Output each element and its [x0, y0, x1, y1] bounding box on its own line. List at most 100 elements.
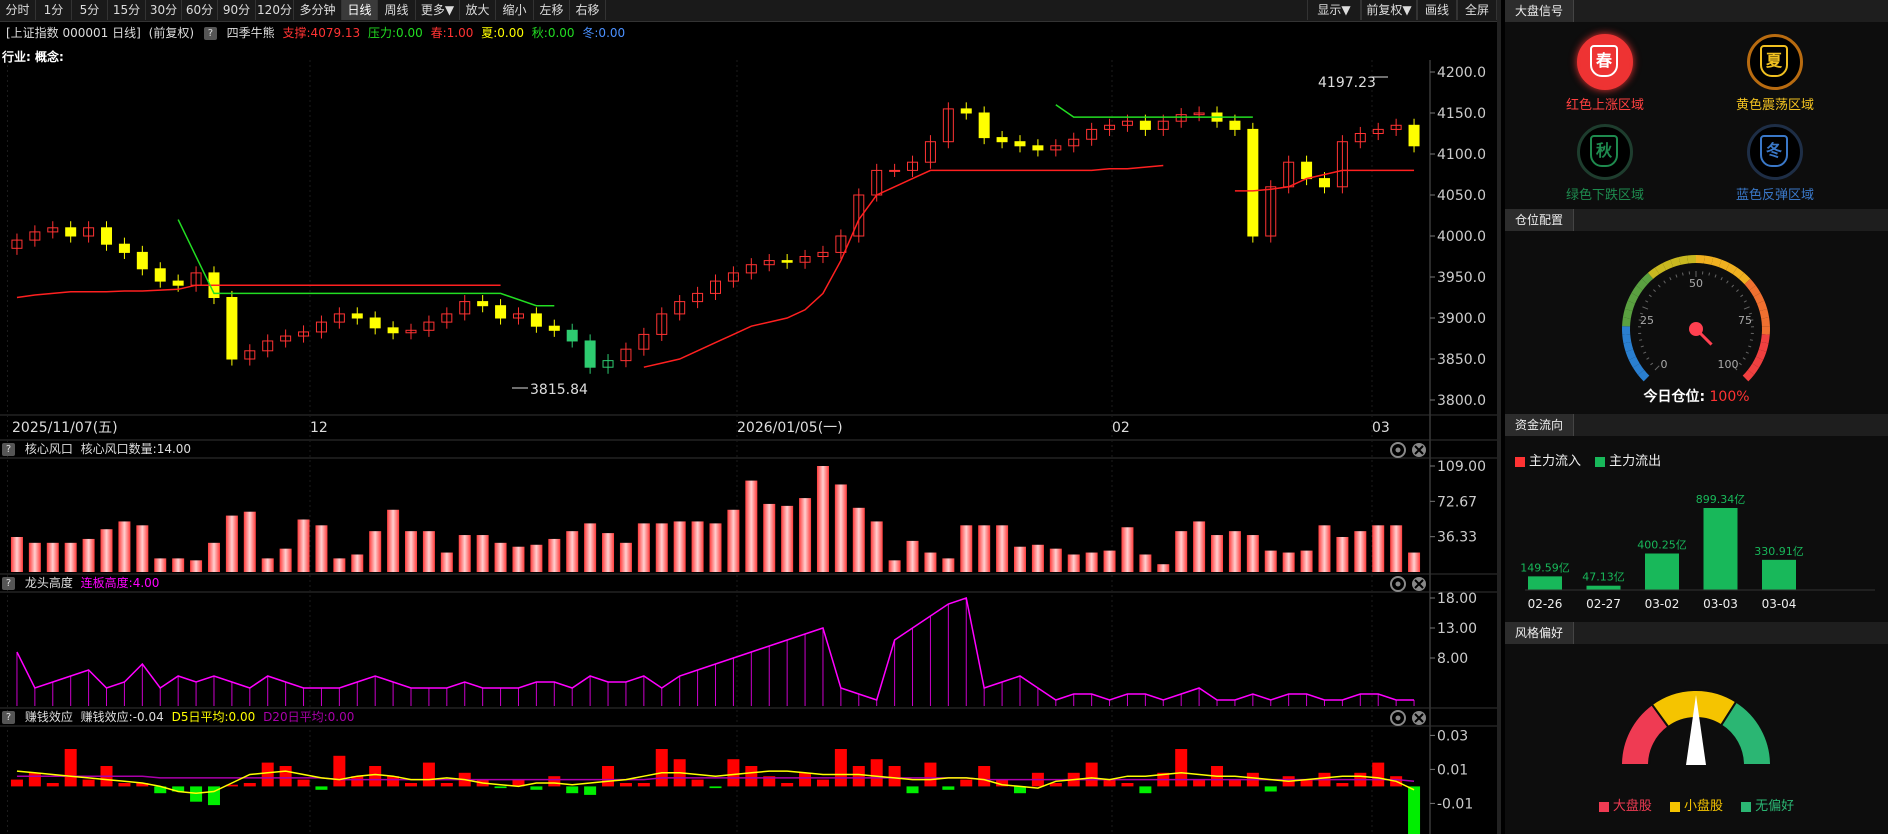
- toolbar-button-12[interactable]: 放大: [460, 0, 496, 20]
- sub1-bar: [1049, 548, 1062, 572]
- gauge-arc-seg: [1662, 259, 1674, 271]
- sub3-d5: D5日平均:0.00: [171, 710, 256, 724]
- tab-fund[interactable]: 资金流向: [1505, 414, 1575, 436]
- sub3-bar: [745, 766, 758, 787]
- toolbar-button-11[interactable]: 更多▼: [416, 0, 460, 20]
- toolbar-button-5[interactable]: 60分: [182, 0, 218, 20]
- sub3-value: 赚钱效应:-0.04: [80, 710, 164, 724]
- fund-value: 899.34亿: [1696, 493, 1746, 506]
- fund-header: 资金流向: [1505, 414, 1888, 436]
- signal-header: 大盘信号: [1505, 0, 1888, 22]
- sub1-bar: [351, 554, 364, 572]
- gauge-tick: [1743, 306, 1750, 310]
- sub1-help-icon[interactable]: ?: [2, 443, 15, 456]
- sub1-header: ? 核心风口 核心风口数量:14.00: [0, 440, 1497, 458]
- sub1-bar: [1390, 525, 1403, 572]
- gauge-tick: [1675, 274, 1678, 278]
- sub1-bar: [870, 521, 883, 572]
- sub1-bar: [619, 542, 632, 572]
- toolbar-button-15[interactable]: 右移: [570, 0, 606, 20]
- gauge-arc-seg: [1755, 349, 1767, 360]
- toolbar-button-6[interactable]: 90分: [218, 0, 256, 20]
- help-icon[interactable]: ?: [203, 27, 217, 40]
- candle-body: [978, 112, 990, 139]
- sub1-bar: [1300, 550, 1313, 572]
- sub1-bar: [906, 540, 919, 572]
- panel-divider[interactable]: [1497, 0, 1501, 834]
- tab-style[interactable]: 风格偏好: [1505, 622, 1575, 644]
- sub1-bar: [1013, 546, 1026, 572]
- sub2-help-icon[interactable]: ?: [2, 577, 15, 590]
- toolbar-right-button-2[interactable]: 画线: [1417, 0, 1457, 20]
- sub1-bar: [512, 546, 525, 572]
- sub1-bar: [530, 544, 543, 572]
- sub3-bar: [566, 786, 579, 794]
- position-readout: 今日仓位: 100%: [1505, 386, 1888, 406]
- candle-body: [1301, 161, 1313, 180]
- toolbar-button-0[interactable]: 分时: [0, 0, 36, 20]
- sub1-bar: [834, 484, 847, 572]
- sub3-bar: [405, 783, 418, 787]
- sub1-bar: [1031, 544, 1044, 572]
- position-label: 今日仓位:: [1643, 389, 1706, 405]
- gauge-arc-seg: [1744, 278, 1756, 291]
- sub3-bar: [1121, 783, 1134, 787]
- toolbar-button-8[interactable]: 多分钟: [294, 0, 342, 20]
- date-label: 2025/11/07(五): [12, 420, 118, 436]
- toolbar-button-14[interactable]: 左移: [534, 0, 570, 20]
- gauge-tick: [1650, 362, 1654, 366]
- gauge-arc-seg: [1760, 334, 1770, 344]
- sub3-bar: [799, 772, 812, 787]
- sub3-bar: [1336, 783, 1349, 787]
- sub1-bar: [118, 521, 131, 572]
- gauge-tick: [1663, 280, 1666, 284]
- sub3-help-icon[interactable]: ?: [2, 711, 15, 724]
- sub1-bar: [243, 511, 256, 572]
- toolbar-right-button-0[interactable]: 显示▼: [1307, 0, 1361, 20]
- toolbar-button-3[interactable]: 15分: [108, 0, 146, 20]
- toolbar-button-13[interactable]: 缩小: [496, 0, 534, 20]
- toolbar-button-4[interactable]: 30分: [146, 0, 182, 20]
- sub3-bar: [834, 749, 847, 787]
- gauge-arc-seg: [1670, 257, 1681, 268]
- candle-body: [1032, 145, 1044, 151]
- toolbar-button-7[interactable]: 120分: [256, 0, 294, 20]
- low-label: 3815.84: [530, 382, 588, 398]
- toolbar-button-10[interactable]: 周线: [378, 0, 416, 20]
- toolbar-button-9[interactable]: 日线: [342, 0, 378, 20]
- sub1-bar: [584, 523, 597, 572]
- candle-body: [960, 108, 972, 114]
- sub1-bar: [100, 529, 113, 572]
- candle-body: [530, 313, 542, 327]
- high-label: 4197.23: [1318, 75, 1376, 91]
- gauge-arc-seg: [1628, 356, 1640, 368]
- candle-body: [1229, 120, 1241, 130]
- gauge-arc-seg: [1738, 272, 1751, 285]
- sub3-bar: [978, 766, 991, 787]
- sub1-tick-label: 72.67: [1437, 494, 1477, 510]
- sub3-d20: D20日平均:0.00: [263, 710, 355, 724]
- gauge-arc-seg: [1625, 349, 1637, 360]
- gauge-arc-seg: [1711, 257, 1722, 268]
- sub3-bar: [297, 779, 310, 787]
- toolbar-right-button-1[interactable]: 前复权▼: [1361, 0, 1417, 20]
- season-char: 春: [1590, 45, 1618, 77]
- sub3-name: 赚钱效应: [24, 710, 73, 724]
- gauge-tick: [1748, 345, 1752, 348]
- toolbar-button-2[interactable]: 5分: [72, 0, 108, 20]
- fund-value: 400.25亿: [1637, 539, 1687, 552]
- tab-signal[interactable]: 大盘信号: [1505, 0, 1575, 22]
- sub3-bar: [82, 779, 95, 787]
- gauge-tick: [1653, 289, 1656, 293]
- season-0: 春红色上涨区域: [1550, 34, 1660, 113]
- sub1-bar: [440, 552, 453, 572]
- toolbar-right-button-3[interactable]: 全屏: [1457, 0, 1497, 20]
- outflow-swatch: [1595, 456, 1606, 467]
- gauge-tick: [1642, 306, 1649, 310]
- season-shield-icon: 秋: [1577, 124, 1633, 180]
- tab-position[interactable]: 仓位配置: [1505, 209, 1575, 231]
- support-line-1: [16, 284, 501, 299]
- fund-date: 03-02: [1645, 597, 1680, 611]
- toolbar-button-1[interactable]: 1分: [36, 0, 72, 20]
- sub1-bar: [799, 498, 812, 572]
